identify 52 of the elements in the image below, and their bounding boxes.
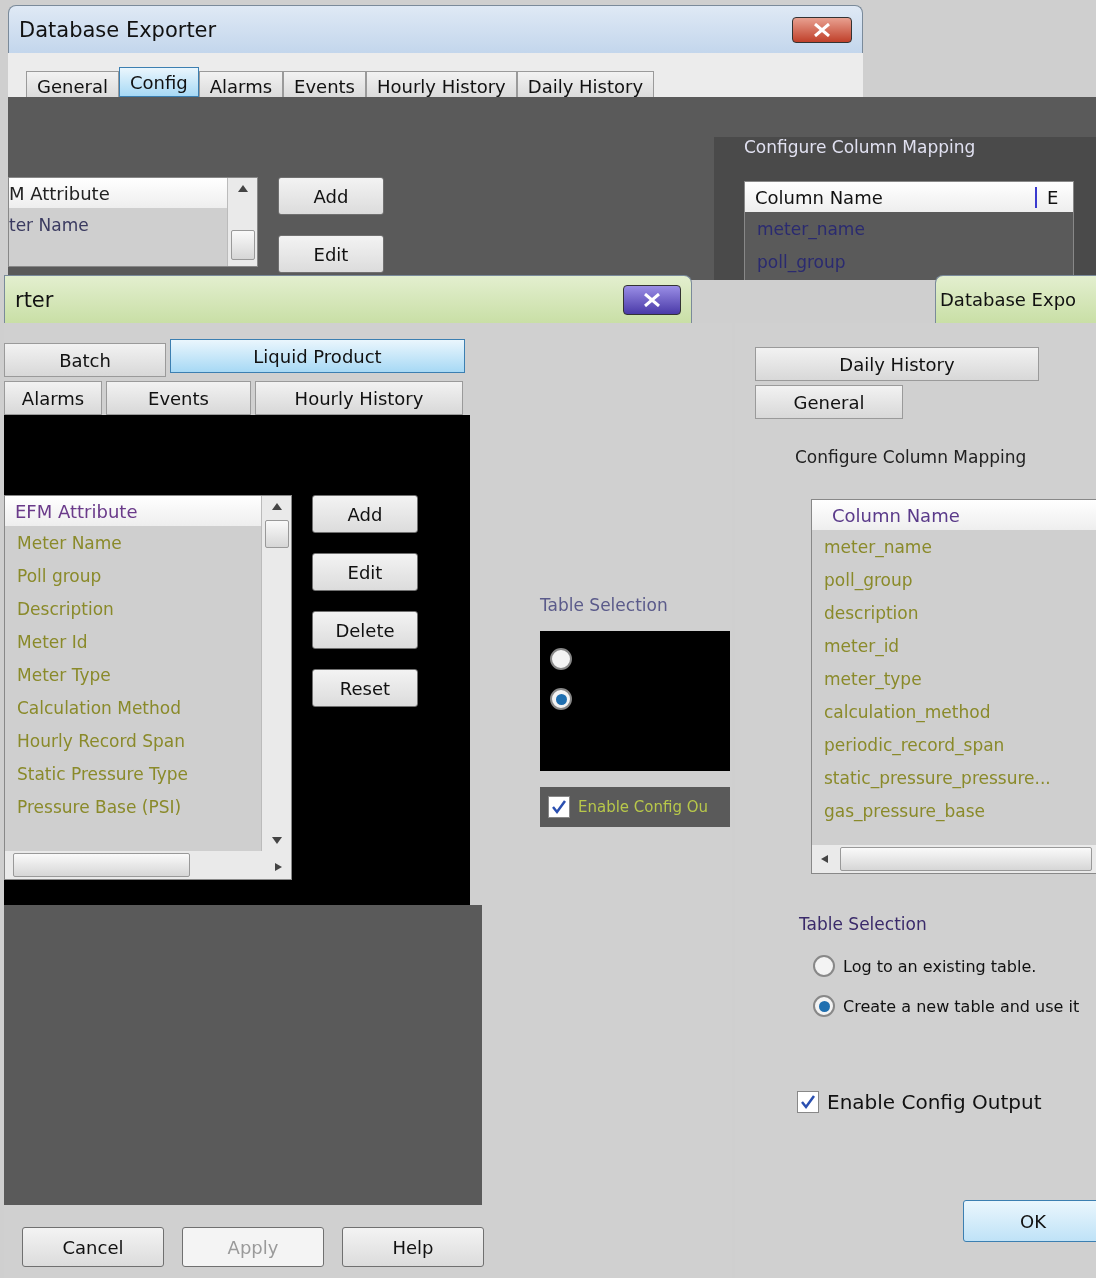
- radio-button[interactable]: [550, 648, 572, 670]
- checkbox[interactable]: [797, 1091, 819, 1113]
- radio-button[interactable]: [813, 995, 835, 1017]
- group-title: Configure Column Mapping: [744, 137, 977, 157]
- dialog-button[interactable]: Add: [278, 177, 384, 215]
- scroll-thumb[interactable]: [230, 230, 255, 260]
- dialog-button[interactable]: Edit: [312, 553, 418, 591]
- dialog-button[interactable]: Reset: [312, 669, 418, 707]
- scroll-thumb[interactable]: [840, 847, 1092, 871]
- radio-label: Create a new table and use it: [843, 996, 1080, 1016]
- window-title: Database Exporter: [19, 17, 217, 42]
- tab[interactable]: Alarms: [4, 381, 102, 415]
- group-title: Table Selection: [798, 914, 928, 934]
- window-title: rter: [15, 287, 54, 312]
- dialog-button[interactable]: Cancel: [22, 1227, 164, 1267]
- tab[interactable]: Events: [106, 381, 251, 415]
- tab[interactable]: Hourly History: [255, 381, 463, 415]
- dialog-button[interactable]: Add: [312, 495, 418, 533]
- radio-button[interactable]: [550, 688, 572, 710]
- close-icon: [813, 22, 831, 37]
- checkbox[interactable]: [548, 796, 570, 818]
- column-header: EFM Attribute: [5, 496, 261, 526]
- checkbox-label: Enable Config Output: [827, 1090, 1042, 1114]
- close-button[interactable]: [623, 284, 681, 315]
- column-header[interactable]: Column Name: [745, 186, 1037, 208]
- ok-button[interactable]: OK: [963, 1200, 1096, 1242]
- column-header[interactable]: E: [1037, 186, 1069, 208]
- left-arrow-icon[interactable]: [820, 855, 830, 863]
- group-title: Configure Column Mapping: [794, 447, 1028, 467]
- down-arrow-icon[interactable]: [271, 837, 282, 845]
- right-arrow-icon[interactable]: [273, 862, 283, 871]
- group-title: Table Selection: [540, 595, 669, 615]
- scroll-thumb[interactable]: [13, 853, 190, 877]
- up-arrow-icon[interactable]: [271, 502, 282, 510]
- tab[interactable]: General: [755, 385, 903, 419]
- column-header: M Attribute: [9, 178, 227, 208]
- checkbox-label: Enable Config Ou: [578, 798, 709, 816]
- radio-button[interactable]: [813, 955, 835, 977]
- list-item[interactable]: ter Name: [9, 208, 227, 241]
- close-icon: [643, 292, 661, 307]
- window-title: Database Expo: [940, 289, 1077, 310]
- up-arrow-icon[interactable]: [237, 184, 248, 192]
- scroll-thumb[interactable]: [264, 520, 289, 548]
- tab[interactable]: Config: [118, 67, 199, 97]
- radio-label: Log to an existing table.: [843, 956, 1037, 976]
- close-button[interactable]: [792, 16, 852, 43]
- dialog-button[interactable]: Delete: [312, 611, 418, 649]
- tab[interactable]: Liquid Product: [170, 339, 465, 373]
- dialog-button[interactable]: Edit: [278, 235, 384, 273]
- dialog-button[interactable]: Help: [342, 1227, 484, 1267]
- tab[interactable]: Daily History: [755, 347, 1039, 381]
- tab[interactable]: Batch: [4, 343, 166, 377]
